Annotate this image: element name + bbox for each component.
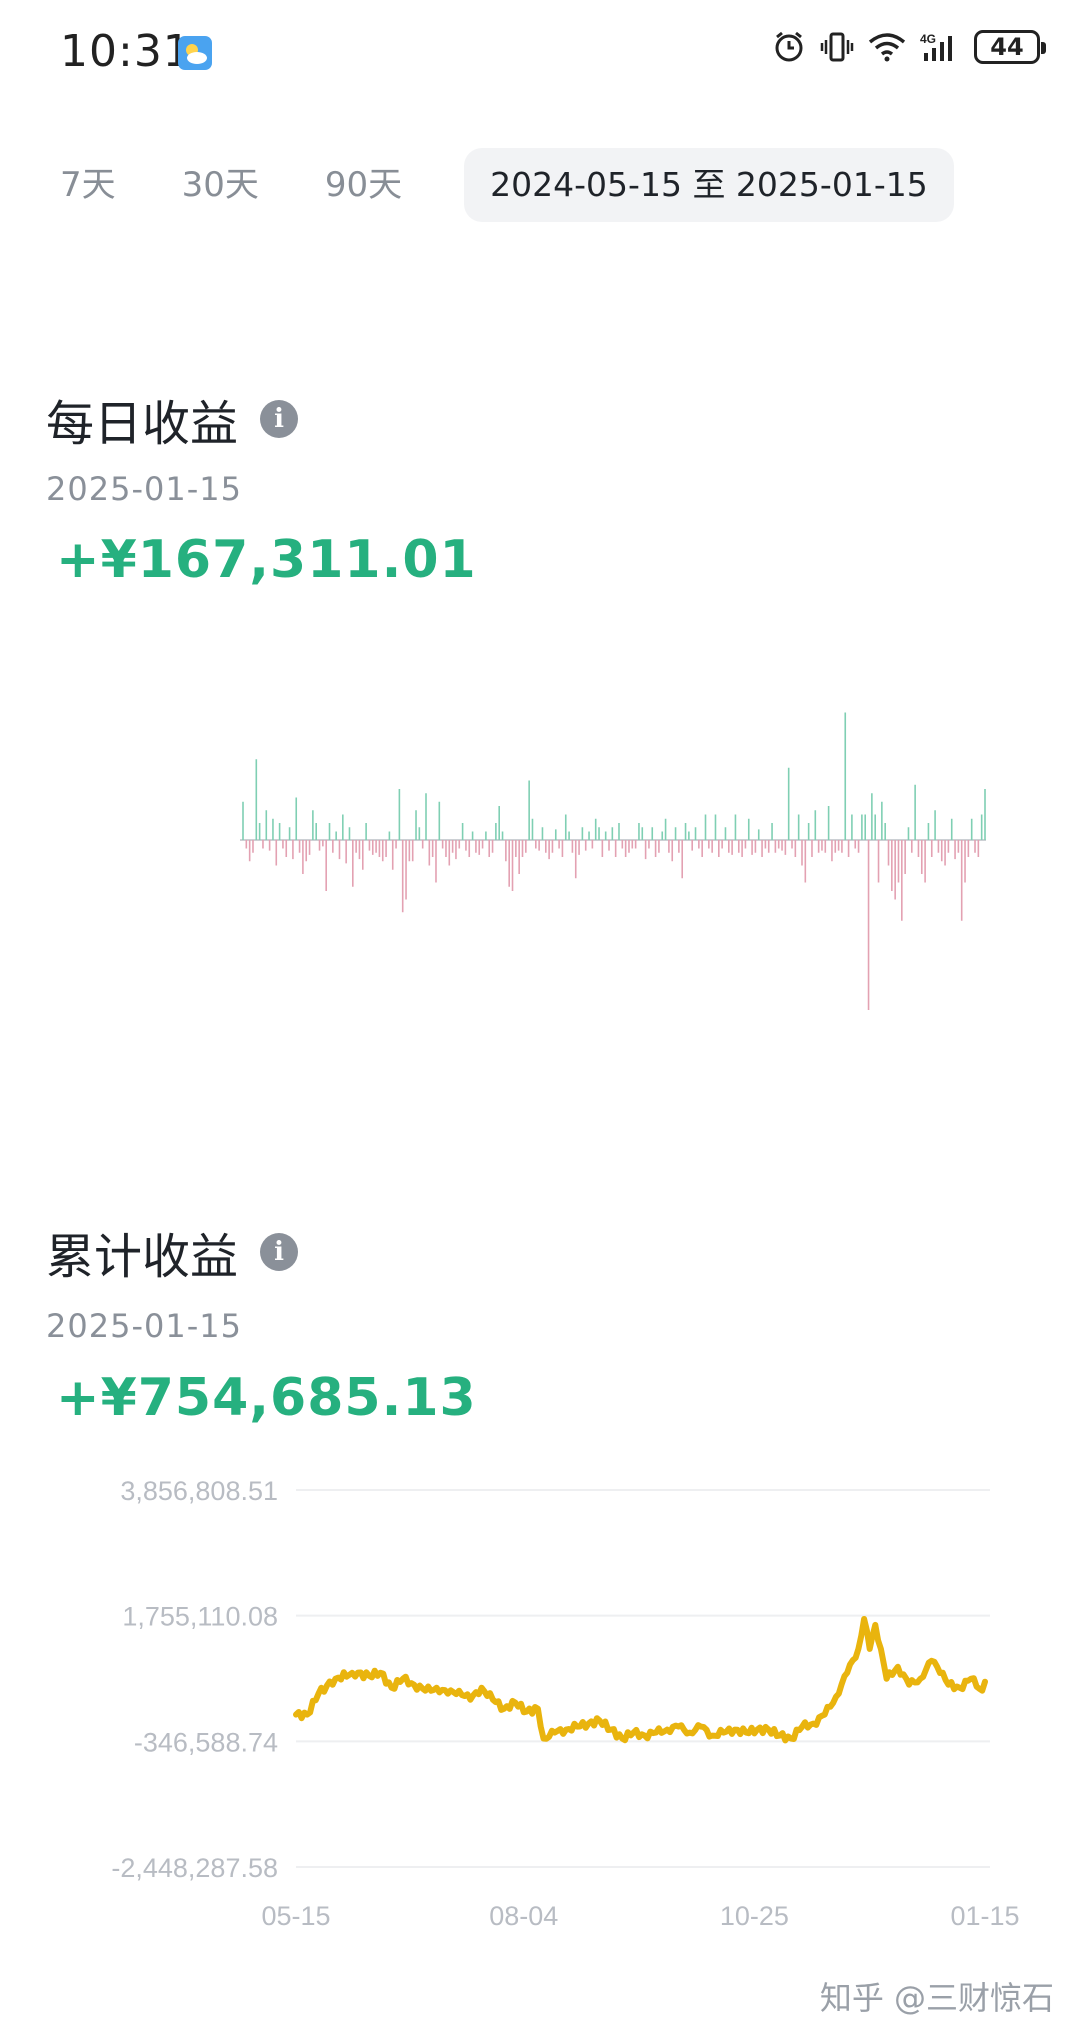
- svg-text:4G: 4G: [920, 32, 936, 46]
- battery-icon: 44: [974, 30, 1046, 64]
- x-tick-label: 08-04: [489, 1901, 558, 1931]
- status-icons: 4G 44: [772, 30, 1046, 64]
- info-icon[interactable]: i: [260, 1233, 299, 1271]
- cumulative-series-line: [293, 1616, 988, 1744]
- y-tick-label: -2,448,287.58: [111, 1853, 278, 1883]
- tab-30-days[interactable]: 30天: [170, 148, 271, 222]
- cumulative-x-ticks: 05-15 08-04 10-25 01-15: [261, 1901, 1019, 1931]
- x-tick-label: 05-15: [261, 1901, 330, 1931]
- tab-90-days[interactable]: 90天: [313, 148, 414, 222]
- wifi-icon: [868, 32, 906, 62]
- status-bar: 10:31 4G 44: [0, 0, 1080, 105]
- weather-icon: [178, 36, 212, 70]
- tab-7-days[interactable]: 7天: [48, 148, 128, 222]
- cumulative-title: 累计收益: [46, 1229, 239, 1285]
- y-tick-label: 3,856,808.51: [120, 1476, 278, 1506]
- alarm-icon: [772, 30, 806, 64]
- daily-bar-chart: [240, 712, 986, 1010]
- range-tabs: 7天 30天 90天 2024-05-15 至 2025-01-15: [48, 148, 996, 222]
- tab-custom-range[interactable]: 2024-05-15 至 2025-01-15: [464, 148, 954, 222]
- daily-title: 每日收益: [46, 396, 239, 452]
- cumulative-value: +¥754,685.13: [56, 1368, 477, 1428]
- vibrate-icon: [820, 30, 854, 64]
- x-tick-label: 01-15: [950, 1901, 1019, 1931]
- signal-4g-icon: 4G: [920, 31, 960, 63]
- y-tick-label: 1,755,110.08: [122, 1602, 278, 1632]
- cumulative-title-row: 累计收益 i: [46, 1217, 299, 1287]
- x-tick-label: 10-25: [720, 1901, 789, 1931]
- daily-value: +¥167,311.01: [56, 530, 477, 590]
- daily-title-row: 每日收益 i: [46, 384, 299, 454]
- info-icon[interactable]: i: [260, 400, 299, 438]
- status-time: 10:31: [60, 26, 192, 77]
- watermark: 知乎 @三财惊石: [819, 1979, 1054, 2017]
- cumulative-line-chart: 3,856,808.51 1,755,110.08 -346,588.74 -2,44…: [111, 1476, 1019, 1931]
- cumulative-date: 2025-01-15: [46, 1307, 242, 1345]
- y-tick-label: -346,588.74: [134, 1727, 278, 1757]
- daily-bars: [242, 712, 986, 1010]
- cumulative-y-ticks: 3,856,808.51 1,755,110.08 -346,588.74 -2,44…: [111, 1476, 278, 1883]
- daily-date: 2025-01-15: [46, 470, 242, 508]
